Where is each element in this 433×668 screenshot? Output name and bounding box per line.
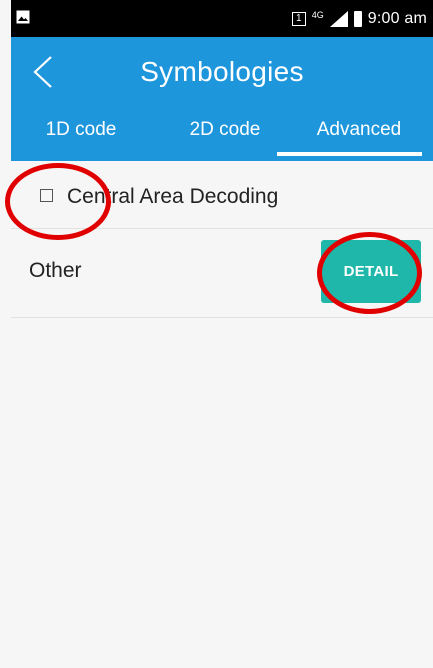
signal-icon [329, 10, 348, 27]
network-type-label: 4G [311, 9, 324, 20]
image-icon [16, 10, 30, 24]
page-title: Symbologies [140, 56, 304, 87]
tab-1d-code[interactable]: 1D code [25, 106, 137, 161]
central-area-decoding-label: Central Area Decoding [67, 185, 279, 208]
app-bar: Symbologies [11, 37, 433, 106]
status-bar: 1 4G 9:00 am [11, 0, 433, 37]
setting-other: Other DETAIL [11, 228, 433, 318]
sim-icon: 1 [291, 11, 306, 26]
tab-2d-code[interactable]: 2D code [169, 106, 281, 161]
setting-central-area-decoding[interactable]: Central Area Decoding [11, 161, 433, 229]
central-area-decoding-checkbox[interactable] [40, 189, 53, 202]
detail-button[interactable]: DETAIL [321, 240, 421, 303]
other-label: Other [29, 259, 82, 282]
tab-selected-indicator [277, 152, 422, 156]
battery-icon [353, 10, 362, 27]
status-icons: 1 4G 9:00 am [291, 0, 427, 37]
sim-slot-label: 1 [295, 12, 302, 24]
status-time: 9:00 am [367, 9, 427, 27]
settings-list: Central Area Decoding Other DETAIL [11, 161, 433, 668]
